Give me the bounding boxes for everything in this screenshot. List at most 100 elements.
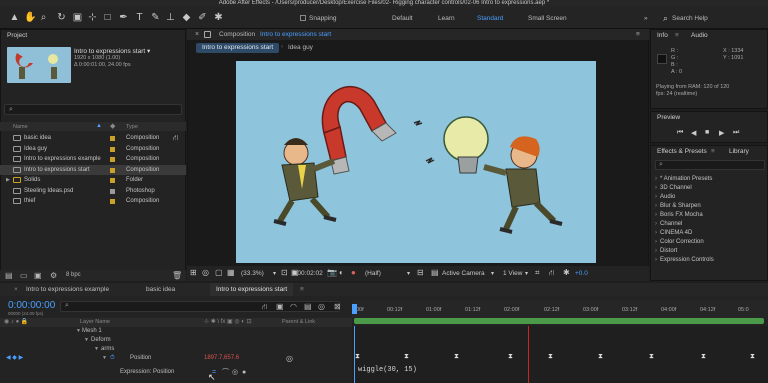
exposure-value[interactable]: +0.0 [575,270,588,277]
new-composition-icon[interactable]: ▣ [34,271,42,280]
audio-tab[interactable]: Audio [691,30,708,41]
effect-category[interactable]: Distort [655,247,677,256]
comp-mini-flowchart-icon[interactable]: ⛙ [262,302,268,312]
panel-menu-icon[interactable]: ≡ [300,283,304,296]
subtab-idea-guy[interactable]: Idea guy [282,43,319,53]
current-time-indicator[interactable] [352,304,357,314]
clone-stamp-tool-icon[interactable]: ⊥ [165,12,176,23]
libraries-tab[interactable]: Library [729,146,749,157]
camera-tool-icon[interactable]: ▣ [72,12,83,23]
bit-depth-label[interactable]: 8 bpc [66,272,81,278]
trash-icon[interactable]: 🗑 [172,271,182,280]
effect-category[interactable]: Boris FX Mocha [655,211,703,220]
timeline-search-input[interactable]: ⌕ [60,301,340,312]
effect-category[interactable]: 3D Channel [655,184,692,193]
chevron-down-icon[interactable]: ▾ [525,270,528,277]
workspace-menu-icon[interactable]: » [644,15,648,22]
chevron-down-icon[interactable]: ▾ [273,270,276,277]
layer-row[interactable]: ▼ arms [0,345,352,354]
info-tab[interactable]: Info [657,32,668,39]
layer-row[interactable]: ▼ Deform [0,336,352,345]
rotate-tool-icon[interactable]: ↻ [56,12,67,23]
position-property-row[interactable]: ◀ ◆ ▶ ▼ ⏱ Position 1897.7,657.6 ◎ [0,354,352,363]
composition-canvas[interactable] [236,61,596,263]
snapping-checkbox[interactable] [300,15,306,21]
resolution-dropdown[interactable]: (Half) [365,270,381,277]
workspace-learn[interactable]: Learn [438,15,455,22]
keyframe-nav-icon[interactable]: ◀ ◆ ▶ [6,354,23,363]
column-type[interactable]: Type [126,124,138,130]
search-help-input[interactable]: Search Help [672,15,708,22]
project-item[interactable]: Intro to expressions example Composition [0,154,186,165]
pen-tool-icon[interactable]: ✒ [118,12,129,23]
first-frame-icon[interactable]: ⏮ [677,129,683,137]
selected-item-name[interactable]: Intro to expressions start ▾ [74,47,150,55]
fit-icon[interactable]: ⊡ [281,268,288,277]
workspace-default[interactable]: Default [392,15,413,22]
project-search-input[interactable]: ⌕ [4,104,182,115]
label-color[interactable] [110,188,115,194]
motion-blur-icon[interactable]: ◎ [318,302,325,311]
pick-whip-icon[interactable]: ◎ [286,354,293,363]
channel-icon[interactable]: ● [351,268,356,277]
keyframe[interactable]: ⧗ [750,353,756,360]
zoom-tool-icon[interactable]: ⌕ [38,12,49,23]
effect-category[interactable]: CINEMA 4D [655,229,692,238]
label-color[interactable] [110,146,115,152]
brush-tool-icon[interactable]: ✎ [150,12,161,23]
region-of-interest-icon[interactable]: ▢ [215,268,223,277]
layer-name-column[interactable]: Layer Name [80,318,110,327]
label-color[interactable] [110,199,115,204]
fast-preview-icon[interactable]: ⊟ [417,268,424,277]
layer-switches-icon[interactable]: ⊹ ✱ \ fx ▣ ◎ ◐ ⊡ [204,318,252,327]
project-item[interactable]: basic idea Composition ⛙ [0,133,186,144]
disclosure-triangle-icon[interactable]: ▶ [6,175,10,186]
workspace-small-screen[interactable]: Small Screen [528,15,567,22]
rectangle-tool-icon[interactable]: □ [102,12,113,23]
layer-row[interactable]: ▼ Mesh 1 [0,327,352,336]
sort-direction-icon[interactable]: ▲ [96,123,102,129]
effect-category[interactable]: Blur & Sharpen [655,202,701,211]
selection-tool-icon[interactable]: ▲ [9,12,20,23]
project-item[interactable]: Idea guy Composition [0,144,186,155]
timeline-tab-start[interactable]: Intro to expressions start [210,283,294,296]
panel-menu-icon[interactable]: ≡ [636,29,640,40]
subtab-intro-start[interactable]: Intro to expressions start [196,43,280,53]
new-folder-icon[interactable]: ▭ [20,271,28,280]
camera-dropdown[interactable]: Active Camera [442,270,485,277]
work-area-bar[interactable] [354,318,764,324]
label-column-icon[interactable]: ◆ [110,122,115,130]
flowchart-icon[interactable]: ⛙ [549,268,555,278]
puppet-tool-icon[interactable]: ✱ [213,12,224,23]
stop-icon[interactable]: ■ [705,129,709,136]
label-color[interactable] [110,136,115,141]
settings-icon[interactable]: ⚙ [50,271,57,280]
snapshot-icon[interactable]: 📷 [327,268,337,277]
disclosure-triangle-icon[interactable]: ▼ [102,354,107,363]
type-tool-icon[interactable]: T [134,12,145,23]
effect-category[interactable]: Channel [655,220,682,229]
interpret-footage-icon[interactable]: ▤ [5,271,13,280]
label-color[interactable] [110,178,115,183]
pan-behind-tool-icon[interactable]: ⊹ [87,12,98,23]
project-item[interactable]: thief Composition [0,196,186,207]
expression-pickwhip-icon[interactable]: ◎ [232,368,238,377]
hand-tool-icon[interactable]: ✋ [24,12,36,23]
timeline-tab-basic-idea[interactable]: basic idea [140,283,181,296]
keyframe[interactable]: ⧗ [355,353,361,360]
column-name[interactable]: Name [13,124,28,130]
chevron-down-icon[interactable]: ▾ [491,270,494,277]
expression-row[interactable]: Expression: Position = ⌒ ◎ ● [0,368,352,377]
project-item[interactable]: Steeling Ideas.psd Photoshop [0,186,186,197]
flowchart-icon[interactable]: ⛙ [173,133,179,144]
draft-3d-icon[interactable]: ▣ [276,302,284,311]
workspace-standard[interactable]: Standard [477,15,503,22]
toggle-transparency-icon[interactable]: ▤ [431,268,439,277]
search-icon[interactable]: ⌕ [660,13,671,24]
project-tab[interactable]: Project [1,30,185,41]
panel-menu-icon[interactable]: ≡ [711,146,715,157]
project-item[interactable]: ▶ Solids Folder [0,175,186,186]
composition-tab-name[interactable]: Intro to expressions start [260,29,331,40]
view-layout-dropdown[interactable]: 1 View [503,270,522,277]
keyframe[interactable]: ⧗ [454,353,460,360]
